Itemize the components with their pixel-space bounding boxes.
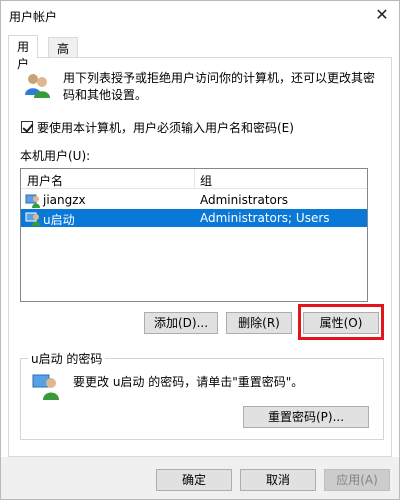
row-username: u启动 [43,213,75,227]
column-separator[interactable] [194,169,195,189]
require-login-checkbox[interactable] [21,121,33,133]
row-group: Administrators [200,193,289,207]
user-icon [25,212,40,226]
reset-password-button[interactable]: 重置密码(P)... [243,406,369,428]
user-key-icon [32,374,59,400]
users-icon [25,74,50,98]
dialog-footer: 确定 取消 应用(A) [1,457,399,499]
intro-text: 用下列表授予或拒绝用户访问你的计算机，还可以更改其密码和其他设置。 [63,71,376,102]
row-group: Administrators; Users [200,211,330,225]
users-list[interactable]: 用户名 组 jiangzx Administrators u启动 Adminis… [20,168,368,302]
close-icon[interactable]: ✕ [371,5,393,25]
cancel-button[interactable]: 取消 [240,469,316,491]
apply-button: 应用(A) [324,469,390,491]
add-user-button[interactable]: 添加(D)... [144,312,218,334]
password-group-title: u启动 的密码 [28,350,106,367]
password-help-text: 要更改 u启动 的密码，请单击"重置密码"。 [73,375,304,389]
user-accounts-window: 用户帐户 ✕ 用户 高级 用下列表授予或拒绝用户访问你的计算机，还可以更改其密码… [0,0,400,500]
column-header-username[interactable]: 用户名 [27,172,63,189]
row-username: jiangzx [43,193,86,207]
tab-advanced[interactable]: 高级 [48,37,79,73]
tab-users[interactable]: 用户 [8,35,39,71]
local-users-label: 本机用户(U): [20,149,91,163]
user-icon [25,194,40,208]
table-row[interactable]: jiangzx Administrators [21,191,367,209]
remove-user-button[interactable]: 删除(R) [226,312,292,334]
red-highlight-box [298,304,384,340]
window-title: 用户帐户 [9,10,58,24]
title-bar: 用户帐户 ✕ [1,1,399,31]
list-header: 用户名 组 [21,169,367,189]
table-row-selected[interactable]: u启动 Administrators; Users [21,209,367,227]
ok-button[interactable]: 确定 [156,469,232,491]
require-login-label[interactable]: 要使用本计算机，用户必须输入用户名和密码(E) [37,119,294,136]
column-header-group[interactable]: 组 [200,172,212,189]
